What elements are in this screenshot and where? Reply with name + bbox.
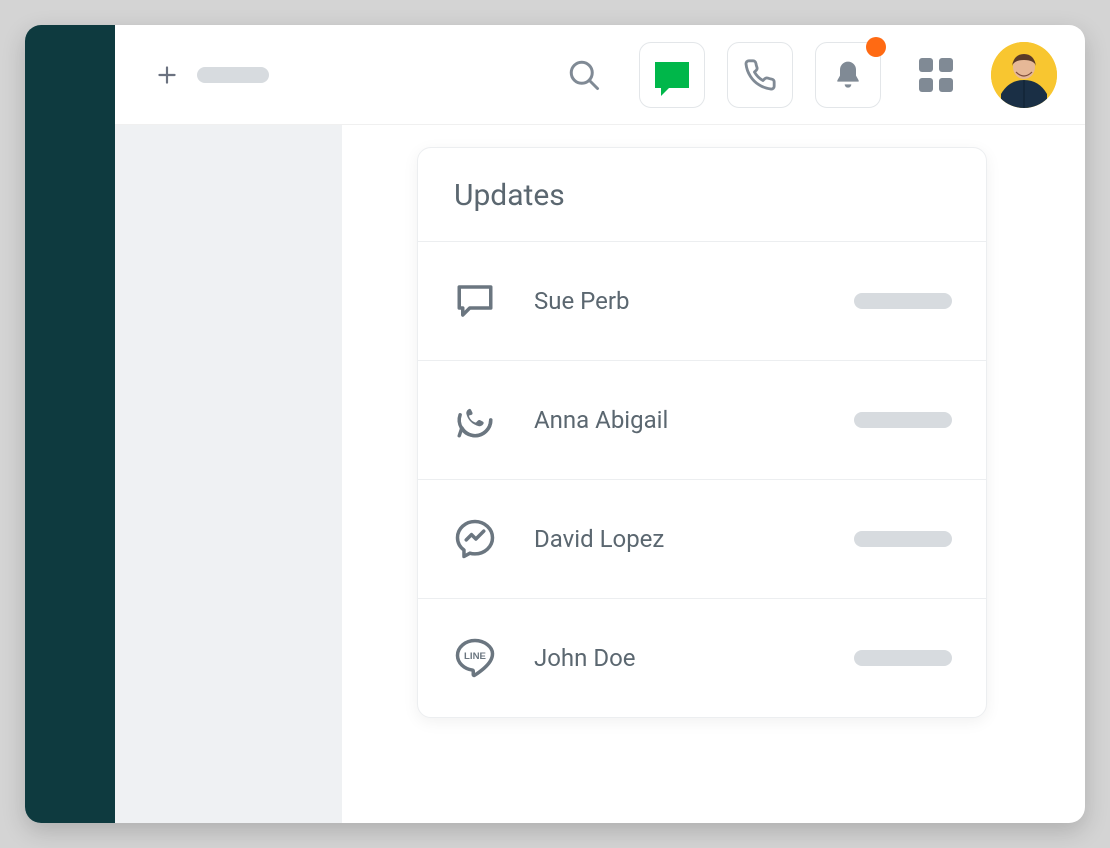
whatsapp-icon: [452, 397, 498, 443]
update-row[interactable]: LINE John Doe: [418, 599, 986, 717]
topbar: [115, 25, 1085, 125]
phone-icon: [743, 58, 777, 92]
secondary-panel: [115, 125, 342, 823]
svg-text:LINE: LINE: [464, 651, 486, 662]
update-meta-placeholder: [854, 293, 952, 309]
updates-title: Updates: [454, 178, 950, 213]
update-row[interactable]: David Lopez: [418, 480, 986, 599]
avatar-image: [991, 42, 1057, 108]
message-icon: [452, 278, 498, 324]
phone-button[interactable]: [727, 42, 793, 108]
update-meta-placeholder: [854, 412, 952, 428]
search-button[interactable]: [551, 42, 617, 108]
chat-icon: [655, 62, 689, 88]
updates-header: Updates: [418, 148, 986, 242]
notification-badge: [866, 37, 886, 57]
update-meta-placeholder: [854, 650, 952, 666]
update-name: John Doe: [534, 644, 636, 672]
update-meta-placeholder: [854, 531, 952, 547]
add-button[interactable]: [143, 51, 191, 99]
app-window: Updates Sue Perb Anna: [25, 25, 1085, 823]
update-name: Sue Perb: [534, 287, 629, 315]
plus-icon: [154, 62, 180, 88]
bell-icon: [832, 59, 864, 91]
update-name: Anna Abigail: [534, 406, 668, 434]
update-row[interactable]: Anna Abigail: [418, 361, 986, 480]
updates-card: Updates Sue Perb Anna: [417, 147, 987, 718]
messenger-icon: [452, 516, 498, 562]
notifications-button[interactable]: [815, 42, 881, 108]
update-name: David Lopez: [534, 525, 664, 553]
apps-icon: [919, 58, 953, 92]
update-row[interactable]: Sue Perb: [418, 242, 986, 361]
topbar-label-placeholder: [197, 67, 269, 83]
line-icon: LINE: [452, 635, 498, 681]
sidebar-rail: [25, 25, 115, 823]
profile-avatar[interactable]: [991, 42, 1057, 108]
search-icon: [566, 57, 602, 93]
apps-button[interactable]: [903, 42, 969, 108]
chat-button[interactable]: [639, 42, 705, 108]
